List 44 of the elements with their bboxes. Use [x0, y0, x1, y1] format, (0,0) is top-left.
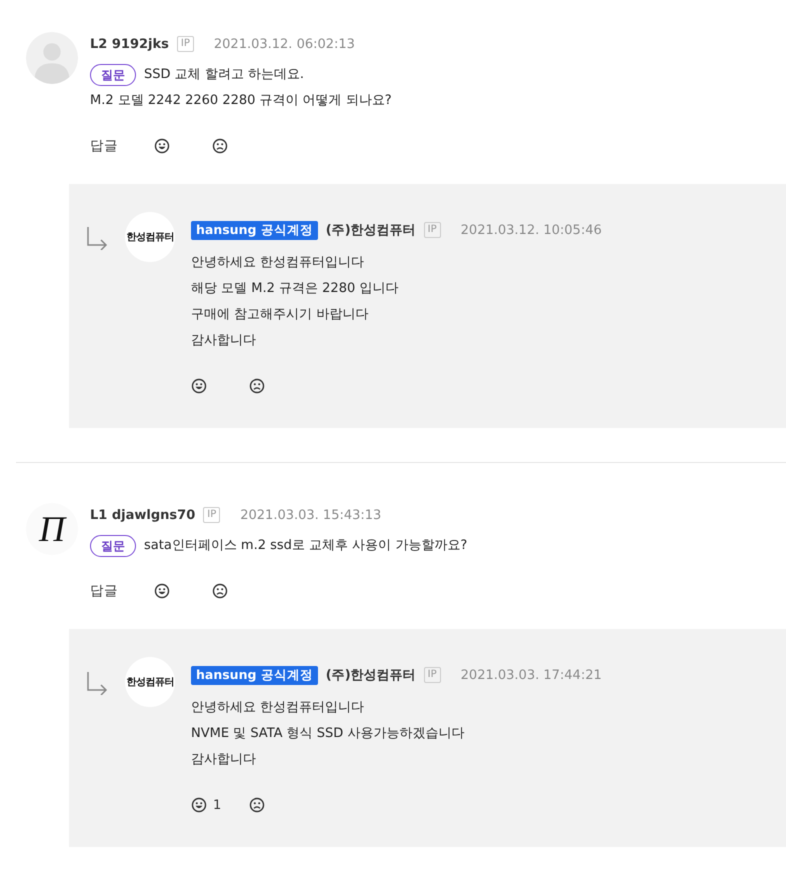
comment-date: 2021.03.03. 15:43:13	[240, 508, 382, 522]
comment-text: 안녕하세요 한성컴퓨터입니다	[191, 699, 364, 717]
user-name[interactable]: L1 djawlgns70	[90, 508, 196, 522]
smile-icon	[191, 378, 207, 394]
comment-text: 감사합니다	[191, 332, 256, 350]
logo-avatar: 한성컴퓨터	[125, 212, 175, 262]
frown-icon	[212, 583, 228, 599]
comment-date: 2021.03.12. 06:02:13	[214, 36, 355, 52]
smile-icon	[154, 583, 170, 599]
comment-text: 안녕하세요 한성컴퓨터입니다	[191, 254, 364, 272]
comment-text: 구매에 참고해주시기 바랍니다	[191, 306, 368, 324]
like-count: 1	[213, 798, 222, 812]
comment-date: 2021.03.12. 10:05:46	[460, 222, 602, 238]
question-tag: 질문	[90, 535, 136, 557]
avatar-glyph: Π	[26, 503, 78, 555]
comment-text: SSD 교체 할려고 하는데요.	[144, 66, 304, 84]
comment-text: 감사합니다	[191, 751, 256, 769]
ip-badge: IP	[424, 222, 441, 238]
comment-text: NVME 및 SATA 형식 SSD 사용가능하겠습니다	[191, 725, 464, 743]
comment-text: 해당 모델 M.2 규격은 2280 입니다	[191, 280, 398, 298]
avatar-icon	[26, 32, 78, 84]
like-button[interactable]: 1	[191, 797, 223, 813]
user-name[interactable]: (주)한성컴퓨터	[326, 221, 416, 239]
user-name[interactable]: L2 9192jks	[90, 36, 169, 52]
official-badge: hansung 공식계정	[191, 220, 318, 240]
reply-button[interactable]: 답글	[90, 582, 118, 600]
reply-arrow-icon	[85, 226, 109, 250]
smile-icon	[154, 138, 170, 154]
smile-icon	[191, 797, 207, 813]
frown-icon	[212, 138, 228, 154]
ip-badge: IP	[203, 507, 220, 523]
frown-icon	[249, 797, 265, 813]
comment-text: sata인터페이스 m.2 ssd로 교체후 사용이 가능할까요?	[144, 537, 468, 555]
logo-avatar: 한성컴퓨터	[125, 657, 175, 707]
question-tag: 질문	[90, 64, 136, 86]
user-name[interactable]: (주)한성컴퓨터	[326, 666, 416, 684]
comment-text: M.2 모델 2242 2260 2280 규격이 어떻게 되나요?	[90, 92, 392, 110]
official-badge: hansung 공식계정	[191, 666, 318, 684]
reply-arrow-icon	[85, 671, 109, 695]
comment-date: 2021.03.03. 17:44:21	[460, 668, 602, 682]
reply-button[interactable]: 답글	[90, 137, 118, 155]
frown-icon	[249, 378, 265, 394]
ip-badge: IP	[176, 36, 194, 52]
ip-badge: IP	[424, 667, 441, 683]
